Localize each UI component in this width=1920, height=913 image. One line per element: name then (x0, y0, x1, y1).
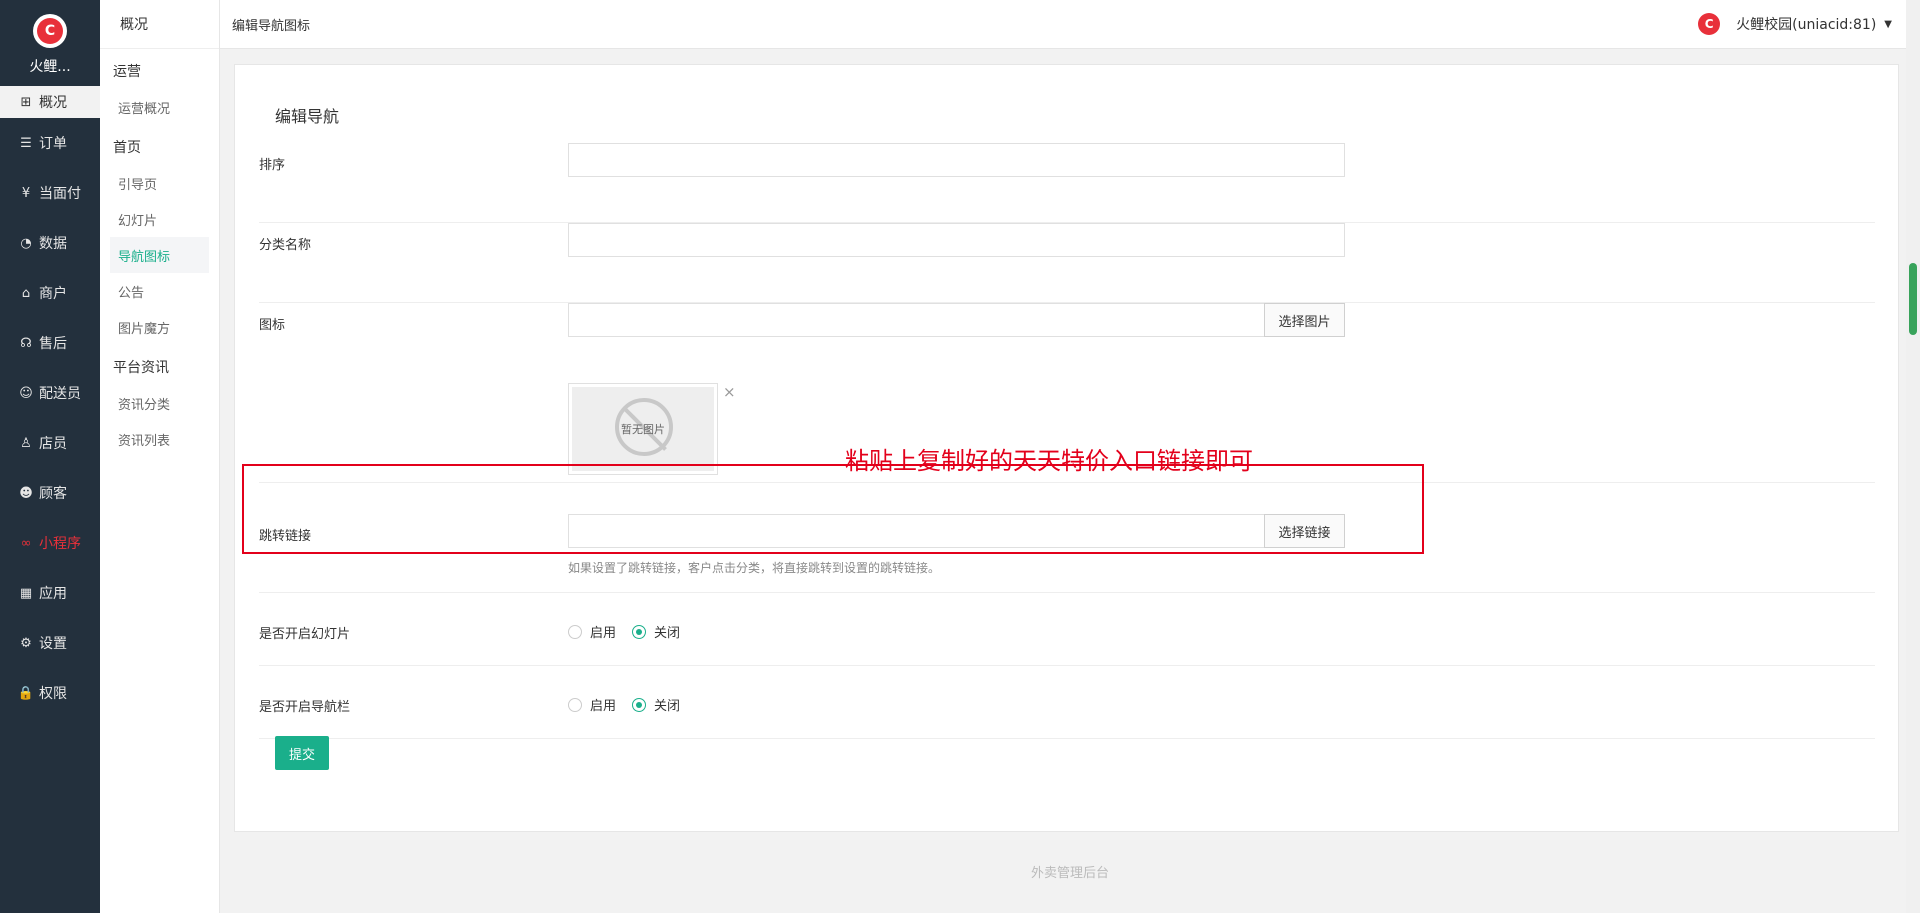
menu-item-label: 商户 (39, 286, 67, 302)
apps-icon: ▦ (19, 585, 33, 601)
brand-logo: C (33, 14, 67, 48)
menu-item-label: 应用 (39, 586, 67, 602)
submenu-item-guide-page[interactable]: 引导页 (110, 165, 209, 201)
submenu-item-news-list[interactable]: 资讯列表 (110, 421, 209, 457)
secondary-sidebar-title: 概况 (100, 0, 219, 49)
menu-item-miniprogram[interactable]: ∞ 小程序 (0, 518, 100, 568)
no-image-placeholder: 暂无图片 (572, 387, 714, 471)
navbar-enable-radio[interactable] (568, 697, 582, 712)
submenu-item-operations-overview[interactable]: 运营概况 (110, 89, 209, 125)
sort-label: 排序 (259, 158, 286, 173)
yen-icon: ¥ (21, 185, 31, 201)
user-menu[interactable]: C 火鲤校园(uniacid:81) ▼ (1698, 13, 1892, 35)
enable-label: 启用 (590, 699, 617, 714)
navbar-radio-group: 启用 关闭 (568, 695, 696, 714)
scrollbar[interactable] (1906, 0, 1920, 913)
submit-button[interactable]: 提交 (275, 736, 329, 770)
navbar-label: 是否开启导航栏 (259, 700, 351, 715)
menu-item-data[interactable]: ◔ 数据 (0, 218, 100, 268)
primary-sidebar: C 火鲤... ⊞ 概况 ☰ 订单 ¥ 当面付 ◔ 数据 ⌂ 商户 ☊ 售后 ☺ 配送员 ♙ 店… (0, 0, 100, 913)
primary-menu: ⊞ 概况 ☰ 订单 ¥ 当面付 ◔ 数据 ⌂ 商户 ☊ 售后 ☺ 配送员 ♙ 店员 ☻ 顾客 ∞ 小… (0, 86, 100, 718)
row-navbar: 是否开启导航栏 启用 关闭 (259, 666, 1875, 739)
courier-icon: ☺ (19, 385, 33, 401)
row-slideshow: 是否开启幻灯片 启用 关闭 (259, 593, 1875, 666)
menu-item-label: 设置 (39, 636, 67, 652)
shop-icon: ⌂ (21, 285, 31, 301)
scrollbar-thumb[interactable] (1909, 263, 1917, 335)
menu-item-merchants[interactable]: ⌂ 商户 (0, 268, 100, 318)
menu-item-label: 概况 (39, 95, 67, 111)
menu-item-label: 数据 (39, 236, 67, 252)
menu-item-label: 订单 (39, 136, 67, 152)
menu-item-label: 配送员 (39, 386, 81, 402)
settings-icon: ⚙ (20, 635, 32, 651)
slideshow-radio-group: 启用 关闭 (568, 622, 696, 641)
remove-image-icon[interactable]: × (723, 383, 736, 401)
lock-icon: 🔒 (17, 685, 35, 701)
menu-item-aftersale[interactable]: ☊ 售后 (0, 318, 100, 368)
select-image-button[interactable]: 选择图片 (1264, 303, 1345, 337)
user-logo-icon: C (1698, 13, 1721, 35)
submenu-item-nav-icons[interactable]: 导航图标 (110, 237, 209, 273)
menu-item-couriers[interactable]: ☺ 配送员 (0, 368, 100, 418)
row-sort: 排序 (259, 143, 1875, 223)
menu-item-apps[interactable]: ▦ 应用 (0, 568, 100, 618)
overview-icon: ⊞ (20, 94, 32, 110)
annotation-highlight-box (242, 464, 1424, 554)
submenu-group-home: 首页 (113, 140, 141, 156)
secondary-sidebar: 概况 运营 运营概况 首页 引导页 幻灯片 导航图标 公告 图片魔方 平台资讯 … (100, 0, 220, 913)
submenu-item-notice[interactable]: 公告 (110, 273, 209, 309)
submenu-group-operations: 运营 (113, 64, 141, 80)
link-hint: 如果设置了跳转链接，客户点击分类，将直接跳转到设置的跳转链接。 (568, 561, 941, 575)
menu-item-label: 当面付 (39, 186, 81, 202)
miniprogram-icon: ∞ (20, 535, 32, 551)
menu-item-customers[interactable]: ☻ 顾客 (0, 468, 100, 518)
menu-item-facepay[interactable]: ¥ 当面付 (0, 168, 100, 218)
chevron-down-icon: ▼ (1884, 18, 1892, 30)
submenu-item-news-category[interactable]: 资讯分类 (110, 385, 209, 421)
sort-input[interactable] (568, 143, 1345, 177)
brand[interactable]: C 火鲤... (0, 0, 100, 86)
menu-item-settings[interactable]: ⚙ 设置 (0, 618, 100, 668)
menu-item-clerks[interactable]: ♙ 店员 (0, 418, 100, 468)
enable-label: 启用 (590, 626, 617, 641)
row-category: 分类名称 (259, 223, 1875, 303)
menu-item-permissions[interactable]: 🔒 权限 (0, 668, 100, 718)
menu-item-overview[interactable]: ⊞ 概况 (0, 86, 100, 118)
slideshow-enable-radio[interactable] (568, 624, 582, 639)
slideshow-label: 是否开启幻灯片 (259, 627, 351, 642)
icon-preview: 暂无图片 (568, 383, 718, 475)
annotation-text: 粘贴上复制好的天天特价入口链接即可 (845, 447, 1253, 475)
submenu-group-news: 平台资讯 (113, 360, 169, 376)
brand-logo-mark: C (37, 18, 63, 44)
customer-icon: ☻ (19, 485, 33, 501)
menu-item-orders[interactable]: ☰ 订单 (0, 118, 100, 168)
icon-label: 图标 (259, 318, 286, 333)
aftersale-icon: ☊ (20, 335, 32, 351)
chart-icon: ◔ (20, 235, 32, 251)
menu-item-label: 小程序 (39, 536, 81, 552)
brand-name: 火鲤... (29, 59, 71, 75)
breadcrumb: 编辑导航图标 (232, 18, 311, 34)
top-bar: 编辑导航图标 C 火鲤校园(uniacid:81) ▼ (220, 0, 1920, 49)
category-name-input[interactable] (568, 223, 1345, 257)
order-icon: ☰ (20, 135, 32, 151)
form-title: 编辑导航 (275, 107, 340, 126)
slideshow-disable-radio[interactable] (632, 624, 647, 639)
submenu-item-image-cube[interactable]: 图片魔方 (110, 309, 209, 345)
menu-item-label: 店员 (39, 436, 67, 452)
disable-label: 关闭 (654, 626, 681, 641)
navbar-disable-radio[interactable] (632, 697, 647, 712)
user-name: 火鲤校园(uniacid:81) (1736, 17, 1877, 33)
icon-path-input[interactable] (568, 303, 1265, 337)
clerk-icon: ♙ (20, 435, 32, 451)
menu-item-label: 权限 (39, 686, 67, 702)
disable-label: 关闭 (654, 699, 681, 714)
menu-item-label: 售后 (39, 336, 67, 352)
submenu-item-slideshow[interactable]: 幻灯片 (110, 201, 209, 237)
menu-item-label: 顾客 (39, 486, 67, 502)
footer: 外卖管理后台 (1030, 866, 1109, 881)
category-name-label: 分类名称 (259, 238, 312, 253)
no-image-text: 暂无图片 (621, 423, 665, 436)
